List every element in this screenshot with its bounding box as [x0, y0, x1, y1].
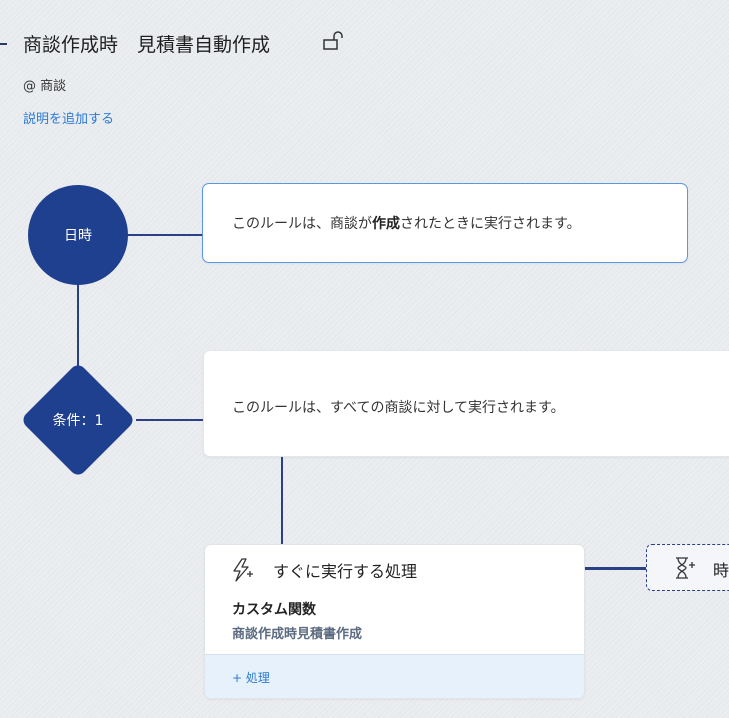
custom-function-name[interactable]: 商談作成時見積書作成 [232, 623, 362, 642]
condition-node[interactable]: 条件：1 [20, 362, 136, 478]
condition-description: このルールは、すべての商談に対して実行されます。 [232, 400, 565, 416]
connector-condition-card [136, 419, 204, 421]
condition-node-label: 条件：1 [52, 413, 104, 429]
add-description-link[interactable]: 説明を追加する [23, 108, 114, 127]
module-label: @ 商談 [23, 79, 67, 94]
time-action-label: 時 [713, 561, 729, 580]
connector-trigger-card [127, 234, 203, 236]
custom-function-label: カスタム関数 [232, 602, 316, 618]
trigger-node-label: 日時 [64, 228, 92, 244]
page-title: 商談作成時 見積書自動作成 [23, 34, 271, 56]
action-title: すぐに実行する処理 [273, 562, 418, 581]
connector-trigger-condition [77, 284, 79, 370]
time-action-card[interactable]: 時 [646, 544, 729, 591]
connector-condition-action [281, 456, 283, 545]
hourglass-plus-icon [673, 556, 697, 580]
trigger-card[interactable]: このルールは、商談が作成されたときに実行されます。 [202, 183, 688, 263]
condition-card[interactable]: このルールは、すべての商談に対して実行されます。 [203, 350, 729, 457]
action-footer: + 処理 [205, 654, 584, 698]
header-dash [0, 43, 7, 45]
action-card[interactable]: すぐに実行する処理 カスタム関数 商談作成時見積書作成 + 処理 [204, 544, 585, 699]
connector-action-time [584, 567, 647, 570]
trigger-description: このルールは、商談が作成されたときに実行されます。 [232, 216, 581, 232]
trigger-node[interactable]: 日時 [28, 185, 128, 285]
unlock-icon[interactable] [322, 31, 346, 51]
add-action-button[interactable]: + 処理 [232, 669, 270, 686]
lightning-plus-icon [230, 557, 258, 583]
